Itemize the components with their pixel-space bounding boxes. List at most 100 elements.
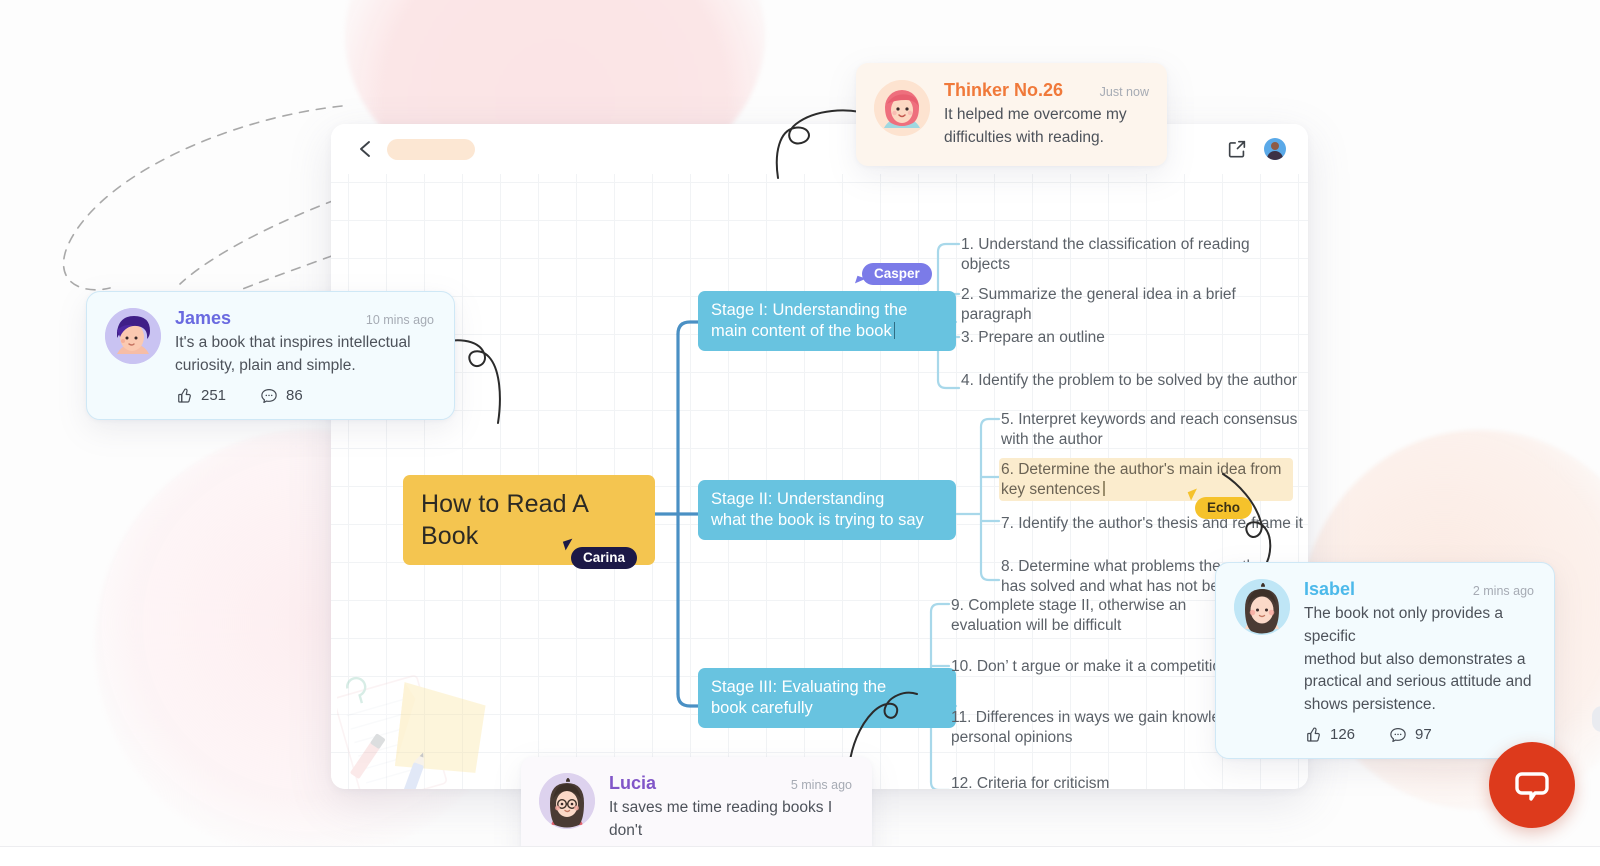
- comment-text-line3: practical and serious attitude and: [1304, 673, 1532, 691]
- comment-author: Isabel: [1304, 579, 1356, 599]
- avatar: [874, 80, 930, 136]
- leaf-5-line2: with the author: [1001, 430, 1103, 448]
- avatar-head: [1271, 142, 1279, 150]
- chat-bubble-icon: [1515, 772, 1549, 801]
- leaf-6-line1: 6. Determine the author's main idea from: [1001, 461, 1282, 478]
- avatar-illustration: [105, 308, 161, 364]
- mindmap-leaf-1[interactable]: 1. Understand the classification of read…: [961, 235, 1301, 274]
- thumbs-up-icon: [178, 388, 191, 403]
- avatar-body: [1267, 151, 1283, 160]
- avatar-illustration: [874, 80, 930, 136]
- reply-count: 86: [286, 387, 303, 405]
- comment-card-thinker[interactable]: Thinker No.26 Just now It helped me over…: [856, 63, 1167, 166]
- comment-author: Lucia: [609, 773, 657, 793]
- like-count: 126: [1330, 726, 1356, 744]
- collaborator-cursor-casper: Casper: [854, 263, 932, 287]
- comment-icon: [261, 388, 277, 403]
- reply-button[interactable]: 86: [260, 387, 303, 405]
- mindmap-leaf-12[interactable]: 12. Criteria for criticism: [951, 774, 1251, 789]
- mindmap-stage-node-3[interactable]: Stage III: Evaluating the book carefully: [698, 668, 956, 729]
- leaf-2-line1: 2. Summarize the general idea in a brief…: [961, 286, 1236, 323]
- stage-node-1-line1: Stage I: Understanding the: [711, 301, 908, 319]
- comment-actions: 251 86: [175, 387, 434, 405]
- comment-card-isabel[interactable]: Isabel 2 mins ago The book not only prov…: [1215, 562, 1555, 759]
- mindmap-leaf-9[interactable]: 9. Complete stage II, otherwise an evalu…: [951, 596, 1241, 635]
- like-button[interactable]: 251: [175, 387, 226, 405]
- comment-timestamp: 2 mins ago: [1472, 584, 1534, 598]
- collaborator-name-echo: Echo: [1207, 500, 1241, 515]
- comment-text-line1: The book not only provides a specific: [1304, 605, 1504, 645]
- mindmap-stage-node-2[interactable]: Stage II: Understanding what the book is…: [698, 480, 956, 541]
- comment-author: James: [175, 308, 232, 328]
- comment-author: Thinker No.26: [944, 80, 1064, 100]
- mindmap-canvas[interactable]: How to Read A Book Stage I: Understandin…: [331, 174, 1308, 789]
- text-cursor: [893, 322, 896, 340]
- toolbar-actions: [1226, 138, 1286, 160]
- like-button[interactable]: 126: [1304, 726, 1355, 744]
- comment-text-line4: shows persistence.: [1304, 696, 1436, 714]
- comment-header: Isabel 2 mins ago: [1304, 579, 1534, 600]
- comment-text-line2: difficulties with reading.: [944, 128, 1104, 146]
- comment-actions: 126 97: [1304, 726, 1534, 744]
- text-cursor: [1103, 480, 1105, 496]
- stage-node-2-line1: Stage II: Understanding: [711, 490, 885, 508]
- mindmap-stage-node-1[interactable]: Stage I: Understanding the main content …: [698, 291, 956, 352]
- collaborator-cursor-carina: Carina: [562, 538, 638, 569]
- comment-timestamp: 5 mins ago: [790, 778, 852, 792]
- leaf-10-line1: 10. Don’ t argue or make it a competitio…: [951, 658, 1230, 675]
- comment-body: Isabel 2 mins ago The book not only prov…: [1304, 579, 1534, 744]
- avatar: [539, 773, 595, 829]
- comment-timestamp: 10 mins ago: [365, 313, 434, 327]
- comment-text-line1: It saves me time reading books I don't: [609, 799, 833, 839]
- leaf-4-line1: 4. Identify the problem to be solved by …: [961, 372, 1298, 389]
- like-count: 251: [201, 387, 227, 405]
- leaf-12-line1: 12. Criteria for criticism: [951, 775, 1110, 789]
- comment-text-line2: method but also demonstrates a: [1304, 650, 1526, 668]
- leaf-9-line2: evaluation will be difficult: [951, 616, 1122, 634]
- leaf-3-line1: 3. Prepare an outline: [961, 329, 1105, 346]
- leaf-11-line1: 11. Differences in ways we gain knowledg…: [951, 709, 1246, 726]
- external-link-icon[interactable]: [1226, 138, 1248, 160]
- comment-body: Thinker No.26 Just now It helped me over…: [944, 80, 1149, 150]
- leaf-11-line2: personal opinions: [951, 728, 1073, 746]
- document-title-placeholder[interactable]: [387, 138, 475, 160]
- avatar-illustration: [539, 773, 595, 829]
- mindmap-window: How to Read A Book Stage I: Understandin…: [331, 124, 1308, 789]
- comment-text-line1: It helped me overcome my: [944, 106, 1127, 123]
- mindmap-leaf-2[interactable]: 2. Summarize the general idea in a brief…: [961, 285, 1301, 324]
- bottom-strip: [0, 846, 1600, 866]
- reply-count: 97: [1415, 726, 1432, 744]
- collaborator-name-carina: Carina: [583, 550, 626, 565]
- comment-body: James 10 mins ago It's a book that inspi…: [175, 308, 434, 405]
- mindmap-leaf-4[interactable]: 4. Identify the problem to be solved by …: [961, 371, 1301, 391]
- stage-node-2-line2: what the book is trying to say: [711, 511, 924, 530]
- comment-text: It's a book that inspires intellectual c…: [175, 332, 434, 378]
- leaf-6-line2: key sentences: [1001, 480, 1101, 498]
- comment-timestamp: Just now: [1099, 85, 1149, 99]
- mindmap-leaf-5[interactable]: 5. Interpret keywords and reach consensu…: [1001, 410, 1301, 449]
- avatar[interactable]: [1264, 138, 1286, 160]
- mindmap-leaf-3[interactable]: 3. Prepare an outline: [961, 328, 1301, 348]
- reply-button[interactable]: 97: [1389, 726, 1432, 744]
- leaf-1-line1: 1. Understand the classification of read…: [961, 236, 1250, 273]
- mindmap-leaf-7[interactable]: 7. Identify the author's thesis and re-f…: [1001, 514, 1308, 534]
- comment-icon: [1390, 727, 1406, 742]
- mindmap-leaf-6[interactable]: 6. Determine the author's main idea from…: [1001, 460, 1291, 500]
- comment-text-line1: It's a book that inspires intellectual: [175, 334, 411, 351]
- livechat-button[interactable]: [1489, 742, 1575, 828]
- leaf-9-line1: 9. Complete stage II, otherwise an: [951, 597, 1187, 614]
- avatar: [1234, 579, 1290, 635]
- comment-card-james[interactable]: James 10 mins ago It's a book that inspi…: [86, 291, 455, 420]
- leaf-5-line1: 5. Interpret keywords and reach consensu…: [1001, 411, 1298, 428]
- back-button[interactable]: [353, 137, 377, 161]
- avatar: [105, 308, 161, 364]
- comment-header: James 10 mins ago: [175, 308, 434, 329]
- leaf-7-line1: 7. Identify the author's thesis and re-f…: [1001, 515, 1303, 532]
- avatar-illustration: [1234, 579, 1290, 635]
- stage-node-3-line2: book carefully: [711, 699, 813, 718]
- stage-node-1-line2: main content of the book: [711, 322, 892, 341]
- edge-handle: [1592, 706, 1600, 732]
- comment-text-line2: curiosity, plain and simple.: [175, 356, 356, 374]
- comment-header: Lucia 5 mins ago: [609, 773, 852, 794]
- collaborator-cursor-echo: Echo: [1187, 488, 1253, 519]
